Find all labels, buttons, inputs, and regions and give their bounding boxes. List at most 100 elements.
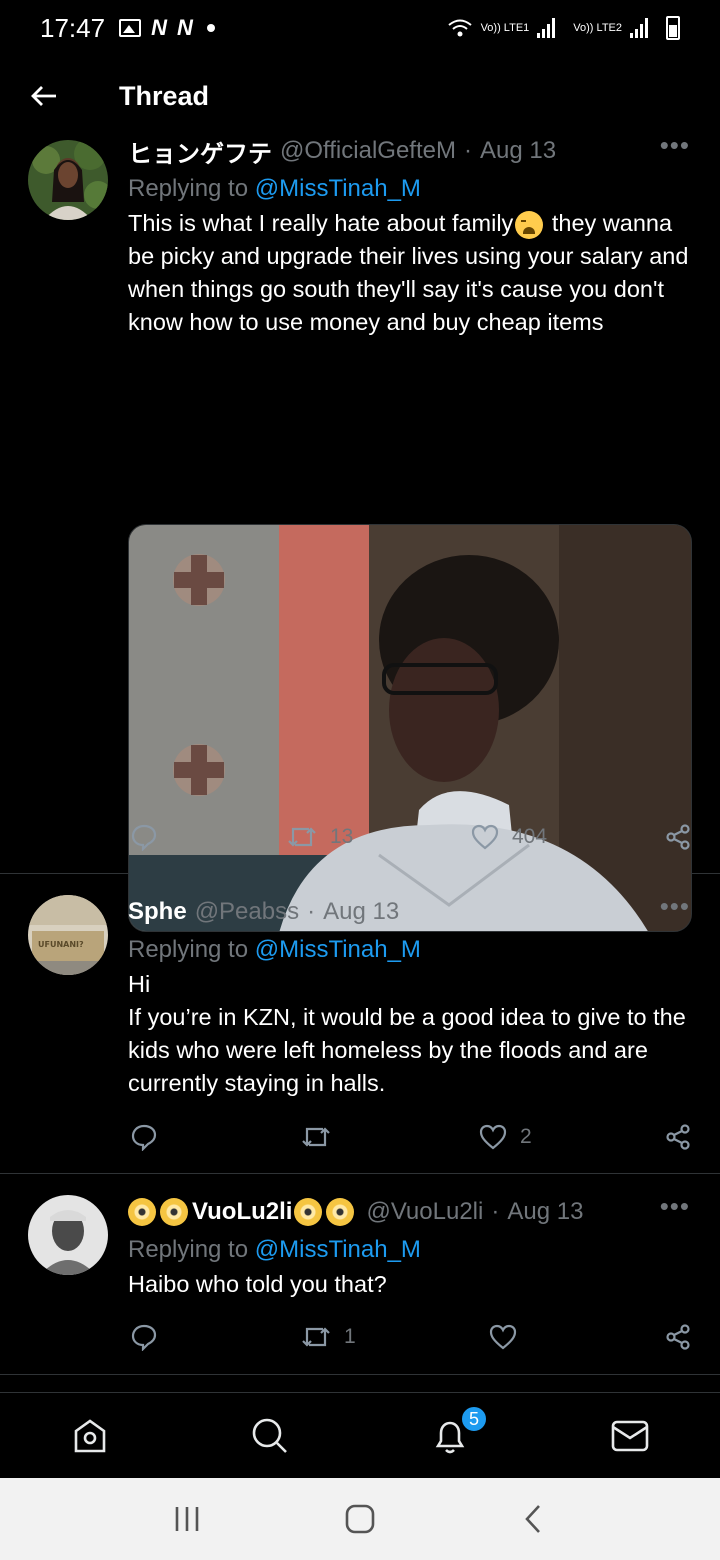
- notification-badge: 5: [460, 1405, 488, 1433]
- replying-to: Replying to @MissTinah_M: [128, 936, 421, 963]
- retweet-icon: [302, 1327, 330, 1347]
- tweet-header: Sphe @Peabss · Aug 13: [128, 897, 692, 927]
- tweet-date: Aug 13: [507, 1198, 584, 1225]
- gallery-icon: [119, 19, 142, 37]
- share-button[interactable]: [664, 1323, 692, 1351]
- tweet-header: VuoLu2li @VuoLu2li · Aug 13: [128, 1197, 692, 1227]
- back-button[interactable]: [14, 66, 74, 126]
- reply-icon: [131, 824, 157, 851]
- tweet-actions: 13 404: [128, 820, 694, 854]
- retweet-button[interactable]: [300, 1123, 344, 1151]
- signal-icon: [537, 18, 556, 38]
- handle[interactable]: @VuoLu2li: [366, 1198, 483, 1226]
- share-icon: [666, 824, 690, 850]
- tweet-date: Aug 13: [479, 137, 557, 164]
- home-icon: [74, 1418, 106, 1452]
- back-chevron-icon: [525, 1505, 541, 1533]
- back-arrow-icon: [31, 86, 56, 106]
- like-count: 2: [520, 1125, 532, 1148]
- thread-header: Thread: [0, 60, 720, 132]
- back-system-button[interactable]: [503, 1489, 563, 1549]
- tweet[interactable]: UFUNANI? Sphe @Peabss · Aug 13 ••• Reply…: [0, 875, 720, 1174]
- retweet-icon: [302, 1127, 330, 1147]
- tweet[interactable]: ヒョンゲフテ @OfficialGefteM · Aug 13 ••• Repl…: [0, 132, 720, 932]
- tweet-text: This is what I really hate about family …: [128, 210, 689, 335]
- mention-link[interactable]: @MissTinah_M: [255, 175, 421, 202]
- share-icon: [666, 1324, 690, 1350]
- mention-link[interactable]: @MissTinah_M: [255, 1236, 421, 1263]
- like-button[interactable]: 404: [470, 823, 547, 851]
- recent-apps-button[interactable]: [157, 1489, 217, 1549]
- dvd-emoji-icon: [326, 1198, 355, 1226]
- tweet-header: ヒョンゲフテ @OfficialGefteM · Aug 13: [128, 134, 692, 169]
- avatar[interactable]: [28, 140, 108, 220]
- avatar-text: UFUNANI?: [38, 940, 84, 949]
- dvd-emoji-icon: [160, 1198, 188, 1226]
- sim2-label: Vo)) LTE2: [573, 21, 622, 34]
- signal-icon: [630, 18, 648, 38]
- tweet-date: Aug 13: [323, 898, 400, 925]
- n-app-icon: N: [176, 15, 193, 40]
- tweet-text: Hi If you’re in KZN, it would be a good …: [128, 971, 686, 1096]
- sim1-label: Vo)) LTE1: [480, 21, 530, 34]
- more-options-button[interactable]: •••: [660, 132, 690, 158]
- status-right: Vo)) LTE1 Vo)) LTE2: [447, 16, 680, 40]
- recent-apps-icon: [175, 1507, 198, 1531]
- avatar[interactable]: [28, 1195, 108, 1275]
- display-name[interactable]: ヒョンゲフテ: [128, 134, 272, 169]
- search-icon: [252, 1418, 287, 1453]
- dvd-emoji-icon: [294, 1198, 323, 1226]
- more-options-button[interactable]: •••: [660, 1193, 690, 1219]
- tweet-actions: 2: [128, 1120, 694, 1154]
- separator: ·: [463, 137, 472, 164]
- tweet-actions: 1: [128, 1320, 694, 1354]
- share-button[interactable]: [664, 1123, 692, 1151]
- home-system-button[interactable]: [330, 1489, 390, 1549]
- n-app-icon: N: [151, 15, 167, 40]
- display-name[interactable]: Sphe: [128, 898, 187, 926]
- retweet-count: 13: [330, 825, 354, 848]
- reply-button[interactable]: [130, 1123, 158, 1151]
- dvd-emoji-icon: [128, 1198, 156, 1226]
- avatar[interactable]: UFUNANI?: [28, 895, 108, 975]
- reply-icon: [131, 1324, 157, 1351]
- display-name[interactable]: VuoLu2li: [192, 1198, 292, 1226]
- retweet-button[interactable]: 1: [300, 1323, 356, 1351]
- nav-messages[interactable]: [540, 1393, 720, 1478]
- share-button[interactable]: [664, 823, 692, 851]
- nav-home[interactable]: [0, 1393, 180, 1478]
- separator: ·: [491, 1198, 500, 1225]
- tweet-image[interactable]: [128, 524, 692, 932]
- reply-icon: [131, 1124, 157, 1151]
- separator: ·: [307, 898, 316, 925]
- tweet[interactable]: VuoLu2li @VuoLu2li · Aug 13 ••• Replying…: [0, 1175, 720, 1375]
- replying-to: Replying to @MissTinah_M: [128, 175, 421, 202]
- bottom-navigation: 5: [0, 1392, 720, 1478]
- nav-search[interactable]: [180, 1393, 360, 1478]
- reply-button[interactable]: [130, 1323, 158, 1351]
- like-button[interactable]: 2: [478, 1123, 532, 1151]
- home-square-icon: [345, 1504, 375, 1534]
- heart-icon: [489, 1324, 517, 1350]
- share-icon: [666, 1124, 690, 1150]
- reply-button[interactable]: [130, 823, 158, 851]
- like-button[interactable]: [488, 1323, 530, 1351]
- system-navigation: [0, 1478, 720, 1560]
- handle[interactable]: @Peabss: [195, 898, 299, 926]
- weary-face-emoji-icon: [515, 210, 544, 239]
- nav-notifications[interactable]: 5: [360, 1393, 540, 1478]
- handle[interactable]: @OfficialGefteM: [280, 137, 456, 165]
- wifi-icon: [447, 19, 472, 37]
- tweet-text: Haibo who told you that?: [128, 1271, 387, 1297]
- status-time: 17:47: [40, 12, 106, 43]
- heart-icon: [479, 1124, 507, 1150]
- retweet-count: 1: [344, 1325, 356, 1348]
- tweet-body: VuoLu2li @VuoLu2li · Aug 13 ••• Replying…: [128, 1193, 692, 1301]
- retweet-button[interactable]: 13: [286, 823, 353, 851]
- retweet-icon: [288, 827, 316, 847]
- battery-icon: [666, 16, 680, 40]
- mention-link[interactable]: @MissTinah_M: [255, 936, 421, 963]
- tweet-body: Sphe @Peabss · Aug 13 ••• Replying to @M…: [128, 893, 692, 1100]
- like-count: 404: [512, 825, 548, 848]
- more-options-button[interactable]: •••: [660, 893, 690, 919]
